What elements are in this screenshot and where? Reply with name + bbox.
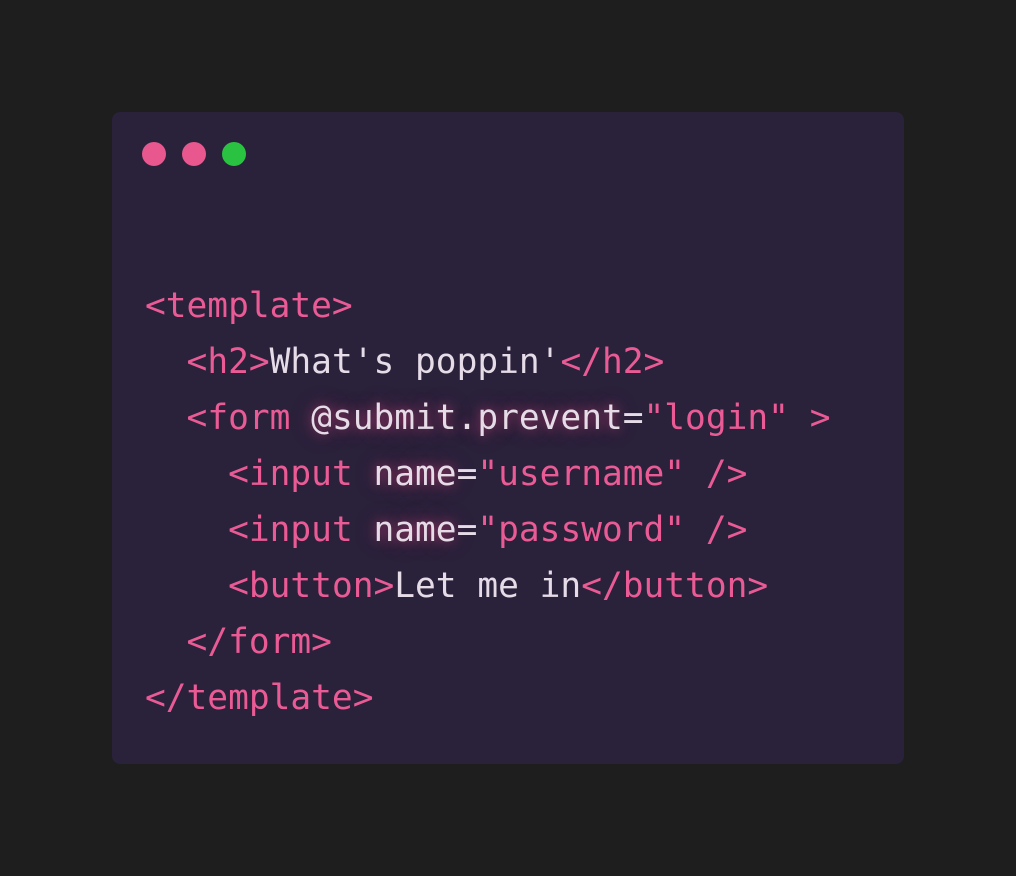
input-self-close: /> bbox=[685, 454, 748, 494]
code-block: <template> <h2>What's poppin'</h2> <form… bbox=[145, 278, 830, 726]
code-line-5: <input name="password" /> bbox=[145, 502, 830, 558]
maximize-dot-icon[interactable] bbox=[222, 142, 246, 166]
form-close-tag: </form> bbox=[186, 622, 332, 662]
button-open-tag: <button> bbox=[228, 566, 395, 606]
code-line-6: <button>Let me in</button> bbox=[145, 558, 830, 614]
h2-close-tag: </h2> bbox=[560, 342, 665, 382]
template-close-tag: </template> bbox=[145, 678, 374, 718]
form-open-tag-end: > bbox=[788, 398, 831, 438]
code-window: <template> <h2>What's poppin'</h2> <form… bbox=[112, 112, 904, 764]
template-open-tag: <template> bbox=[145, 286, 353, 326]
code-line-4: <input name="username" /> bbox=[145, 446, 830, 502]
input-self-close: /> bbox=[685, 510, 748, 550]
h2-open-tag: <h2> bbox=[186, 342, 270, 382]
equals-sign: = bbox=[622, 398, 644, 438]
form-submit-value: "login" bbox=[643, 398, 789, 438]
input-name-attribute: name bbox=[373, 510, 457, 550]
code-line-2: <h2>What's poppin'</h2> bbox=[145, 334, 830, 390]
equals-sign: = bbox=[456, 510, 478, 550]
input-open-tag: <input bbox=[228, 454, 374, 494]
window-controls bbox=[142, 142, 246, 166]
form-submit-attribute: @submit.prevent bbox=[311, 398, 623, 438]
h2-text: What's poppin' bbox=[269, 342, 561, 382]
input-open-tag: <input bbox=[228, 510, 374, 550]
button-text: Let me in bbox=[394, 566, 582, 606]
close-dot-icon[interactable] bbox=[142, 142, 166, 166]
equals-sign: = bbox=[456, 454, 478, 494]
code-line-7: </form> bbox=[145, 614, 830, 670]
minimize-dot-icon[interactable] bbox=[182, 142, 206, 166]
input-username-value: "username" bbox=[477, 454, 686, 494]
button-close-tag: </button> bbox=[581, 566, 769, 606]
input-name-attribute: name bbox=[373, 454, 457, 494]
code-line-8: </template> bbox=[145, 670, 830, 726]
form-open-tag: <form bbox=[186, 398, 312, 438]
code-line-1: <template> bbox=[145, 278, 830, 334]
input-password-value: "password" bbox=[477, 510, 686, 550]
code-line-3: <form @submit.prevent="login" > bbox=[145, 390, 831, 446]
